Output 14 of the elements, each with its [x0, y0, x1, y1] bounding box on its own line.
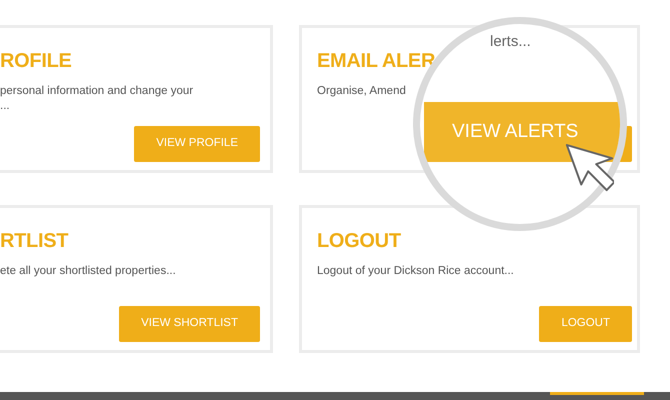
card-description: ete all your shortlisted properties...: [0, 264, 177, 279]
magnified-text: lerts...: [490, 33, 531, 51]
card-description: ...: [0, 99, 11, 114]
card-button[interactable]: VIEW SHORTLIST: [119, 306, 260, 342]
card-description: personal information and change your: [0, 84, 194, 99]
card-title: RTLIST: [0, 230, 70, 252]
card-button[interactable]: VIEW PROFILE: [134, 126, 260, 162]
card-title: ROFILE: [0, 50, 73, 72]
magnified-button[interactable]: VIEW ALERTS: [424, 102, 620, 162]
card-title: EMAIL ALER: [317, 50, 436, 72]
card-button[interactable]: LOGOUT: [539, 306, 632, 342]
card-description: Logout of your Dickson Rice account...: [317, 264, 515, 279]
card-title: LOGOUT: [317, 230, 402, 252]
card-description: Organise, Amend: [317, 84, 407, 99]
